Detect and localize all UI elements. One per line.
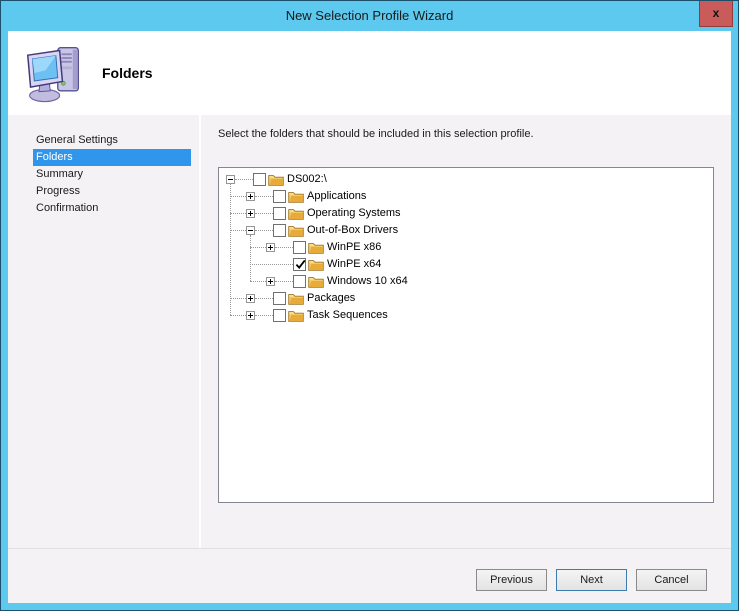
sidebar-item-general-settings[interactable]: General Settings	[8, 132, 199, 149]
collapse-toggle[interactable]	[246, 226, 255, 235]
tree-connector	[255, 196, 273, 197]
tree-label[interactable]: WinPE x64	[327, 256, 381, 273]
wizard-window: New Selection Profile Wizard x	[0, 0, 739, 611]
close-button[interactable]: x	[699, 0, 733, 27]
folder-icon	[288, 292, 304, 305]
folder-icon	[288, 190, 304, 203]
computer-icon	[24, 42, 84, 104]
expand-toggle[interactable]	[246, 311, 255, 320]
window-title: New Selection Profile Wizard	[286, 8, 454, 23]
tree-connector	[255, 230, 273, 231]
folder-icon	[308, 241, 324, 254]
tree-connector	[230, 298, 246, 299]
tree-row-ds002: DS002:\	[219, 171, 713, 188]
next-button[interactable]: Next	[556, 569, 627, 591]
expand-toggle[interactable]	[246, 192, 255, 201]
tree-label[interactable]: Applications	[307, 188, 366, 205]
expand-toggle[interactable]	[246, 294, 255, 303]
collapse-toggle[interactable]	[226, 175, 235, 184]
sidebar: General SettingsFoldersSummaryProgressCo…	[8, 115, 199, 548]
wizard-body: Folders General SettingsFoldersSummaryPr…	[8, 31, 731, 603]
checkbox-task-sequences[interactable]	[273, 309, 286, 322]
tree-row-applications: Applications	[219, 188, 713, 205]
checkbox-winpe-x86[interactable]	[293, 241, 306, 254]
folder-icon	[288, 224, 304, 237]
tree-row-winpe-x86: WinPE x86	[219, 239, 713, 256]
checkbox-ds002[interactable]	[253, 173, 266, 186]
folder-icon	[288, 207, 304, 220]
tree-connector	[255, 315, 273, 316]
sidebar-item-folders[interactable]: Folders	[33, 149, 191, 166]
tree-label[interactable]: Out-of-Box Drivers	[307, 222, 398, 239]
title-bar[interactable]: New Selection Profile Wizard	[1, 1, 738, 31]
tree-label[interactable]: Operating Systems	[307, 205, 401, 222]
cancel-button[interactable]: Cancel	[636, 569, 707, 591]
tree-connector	[230, 196, 246, 197]
sidebar-item-summary[interactable]: Summary	[8, 166, 199, 183]
tree-label[interactable]: Windows 10 x64	[327, 273, 408, 290]
footer: Previous Next Cancel	[8, 548, 731, 603]
folder-icon	[288, 309, 304, 322]
folder-icon	[308, 275, 324, 288]
tree-connector	[275, 247, 293, 248]
tree-label[interactable]: Packages	[307, 290, 355, 307]
tree-connector	[255, 298, 273, 299]
tree-row-out-of-box-drivers: Out-of-Box Drivers	[219, 222, 713, 239]
checkbox-applications[interactable]	[273, 190, 286, 203]
tree-connector	[250, 264, 293, 265]
folder-icon	[268, 173, 284, 186]
tree-connector	[250, 281, 266, 282]
expand-toggle[interactable]	[266, 243, 275, 252]
tree-row-winpe-x64: WinPE x64	[219, 256, 713, 273]
page-header: Folders	[8, 31, 731, 115]
checkbox-winpe-x64[interactable]	[293, 258, 306, 271]
sidebar-item-progress[interactable]: Progress	[8, 183, 199, 200]
checkbox-operating-systems[interactable]	[273, 207, 286, 220]
tree-connector	[230, 230, 246, 231]
content-pane: Select the folders that should be includ…	[201, 115, 731, 548]
tree-row-packages: Packages	[219, 290, 713, 307]
tree-label[interactable]: Task Sequences	[307, 307, 388, 324]
expand-toggle[interactable]	[266, 277, 275, 286]
tree-connector	[230, 315, 246, 316]
tree-row-windows-10-x64: Windows 10 x64	[219, 273, 713, 290]
folder-tree[interactable]: DS002:\ApplicationsOperating SystemsOut-…	[218, 167, 714, 503]
checkbox-out-of-box-drivers[interactable]	[273, 224, 286, 237]
folder-icon	[308, 258, 324, 271]
previous-button[interactable]: Previous	[476, 569, 547, 591]
checkbox-packages[interactable]	[273, 292, 286, 305]
tree-label[interactable]: DS002:\	[287, 171, 327, 188]
tree-connector	[275, 281, 293, 282]
checkbox-windows-10-x64[interactable]	[293, 275, 306, 288]
tree-connector	[230, 213, 246, 214]
sidebar-item-confirmation[interactable]: Confirmation	[8, 200, 199, 217]
tree-connector	[255, 213, 273, 214]
close-icon: x	[713, 6, 720, 20]
tree-row-task-sequences: Task Sequences	[219, 307, 713, 324]
instruction-text: Select the folders that should be includ…	[218, 128, 731, 143]
tree-connector	[250, 247, 266, 248]
expand-toggle[interactable]	[246, 209, 255, 218]
page-title: Folders	[102, 65, 153, 81]
main-row: General SettingsFoldersSummaryProgressCo…	[8, 115, 731, 548]
tree-connector	[235, 179, 253, 180]
tree-label[interactable]: WinPE x86	[327, 239, 381, 256]
tree-row-operating-systems: Operating Systems	[219, 205, 713, 222]
